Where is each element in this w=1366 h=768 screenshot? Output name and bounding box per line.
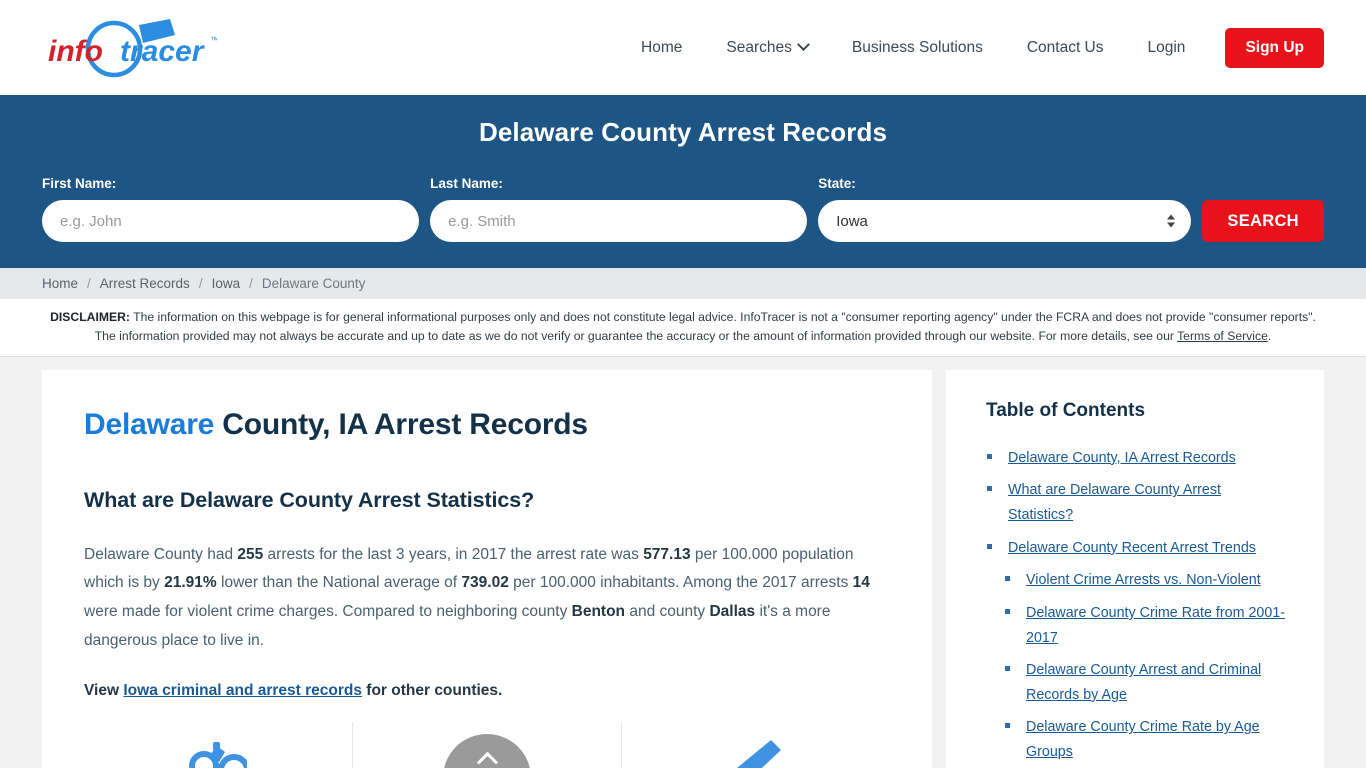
nav-item-home[interactable]: Home — [619, 39, 704, 57]
breadcrumb-item-home[interactable]: Home — [42, 276, 78, 291]
page-heading: Delaware County Arrest Records — [478, 117, 888, 147]
toc-link-crime-rate-by-age-groups[interactable]: Delaware County Crime Rate by Age Groups — [1026, 719, 1260, 760]
toc-link-arrest-records[interactable]: Delaware County, IA Arrest Records — [1008, 450, 1236, 466]
site-logo[interactable]: info tracer ™ — [42, 18, 242, 78]
stat-text-4: lower than the National average of — [216, 574, 462, 592]
nav-item-label: Home — [641, 38, 683, 56]
toc-link-arrest-statistics[interactable]: What are Delaware County Arrest Statisti… — [1008, 482, 1221, 523]
stat-text-6: were made for violent crime charges. Com… — [84, 603, 572, 621]
toc-item-sub: Violent Crime Arrests vs. Non-Violent — [986, 568, 1290, 593]
section-heading-arrest-statistics: What are Delaware County Arrest Statisti… — [84, 487, 535, 512]
chevron-down-icon — [796, 38, 810, 52]
disclaimer-suffix: . — [1267, 328, 1272, 343]
stat-value-violent-arrests: 14 — [852, 574, 870, 592]
toc-item-sub: Delaware County Crime Rate by Age Groups — [986, 715, 1290, 764]
state-select[interactable]: Iowa — [818, 200, 1192, 242]
breadcrumb-separator: / — [87, 276, 91, 291]
toc-heading: Table of Contents — [986, 399, 1146, 421]
first-name-label: First Name: — [42, 176, 117, 191]
handcuffs-icon — [189, 741, 247, 768]
breadcrumb-item-delaware-county: Delaware County — [261, 276, 366, 291]
nav-item-contact-us[interactable]: Contact Us — [1005, 39, 1126, 57]
last-name-label: Last Name: — [430, 176, 503, 191]
state-field-group: State: Iowa — [818, 176, 1192, 242]
disclaimer-text: The information on this webpage is for g… — [94, 310, 1316, 343]
search-form: First Name: Last Name: State: Iowa SEARC… — [42, 176, 1324, 242]
article-title-highlight: Delaware — [84, 407, 215, 441]
first-name-input[interactable] — [42, 200, 420, 242]
nav-item-business-solutions[interactable]: Business Solutions — [830, 39, 1005, 57]
breadcrumb-item-arrest-records[interactable]: Arrest Records — [100, 276, 190, 291]
nav-item-login[interactable]: Login — [1126, 39, 1208, 57]
disclaimer-banner: DISCLAIMER: The information on this webp… — [0, 299, 1366, 357]
stat-value-percent: 21.91% — [164, 574, 217, 592]
main-content-card: Delaware County, IA Arrest Records What … — [42, 369, 932, 768]
stat-text-2: arrests for the last 3 years, in 2017 th… — [263, 545, 644, 563]
view-prefix: View — [84, 681, 124, 699]
sign-up-button[interactable]: Sign Up — [1225, 27, 1324, 68]
toc-item: What are Delaware County Arrest Statisti… — [986, 478, 1290, 527]
infotracer-logo-icon: info tracer ™ — [48, 18, 217, 77]
nav-item-searches[interactable]: Searches — [704, 38, 829, 57]
breadcrumb-item-iowa[interactable]: Iowa — [212, 276, 241, 291]
pen-icon — [736, 739, 781, 768]
stat-cell-handcuffs — [84, 721, 353, 768]
first-name-field-group: First Name: — [42, 176, 420, 242]
breadcrumb-separator: / — [198, 276, 203, 291]
hero-search-banner: Delaware County Arrest Records First Nam… — [0, 95, 1366, 268]
stat-neighbor-county-b: Dallas — [709, 603, 756, 621]
breadcrumb: Home / Arrest Records / Iowa / Delaware … — [0, 268, 1366, 299]
toc-item-sub: Delaware County Arrest and Criminal Reco… — [986, 658, 1290, 707]
stat-value-arrest-rate: 577.13 — [643, 545, 691, 563]
toc-link-recent-arrest-trends[interactable]: Delaware County Recent Arrest Trends — [1008, 540, 1256, 556]
toc-link-violent-vs-nonviolent[interactable]: Violent Crime Arrests vs. Non-Violent — [1026, 572, 1261, 588]
toc-link-crime-rate-2001-2017[interactable]: Delaware County Crime Rate from 2001-201… — [1026, 605, 1285, 646]
search-button[interactable]: SEARCH — [1202, 200, 1324, 242]
view-suffix: for other counties. — [361, 681, 503, 699]
last-name-field-group: Last Name: — [430, 176, 808, 242]
table-of-contents-card: Table of Contents Delaware County, IA Ar… — [946, 369, 1324, 768]
state-label: State: — [818, 176, 856, 191]
nav-item-label: Contact Us — [1026, 38, 1104, 56]
toc-link-records-by-age[interactable]: Delaware County Arrest and Criminal Reco… — [1026, 662, 1261, 703]
toc-item-sub: Delaware County Crime Rate from 2001-201… — [986, 601, 1290, 650]
page-body: Delaware County, IA Arrest Records What … — [0, 357, 1366, 768]
stat-text-5: per 100.000 inhabitants. Among the 2017 … — [508, 574, 853, 592]
nav-item-label: Business Solutions — [851, 38, 983, 56]
stat-value-national-average: 739.02 — [461, 574, 509, 592]
breadcrumb-separator: / — [249, 276, 253, 291]
stat-neighbor-county-a: Benton — [571, 603, 626, 621]
svg-text:tracer: tracer — [120, 35, 206, 68]
top-navigation-bar: info tracer ™ Home Searches Business Sol… — [0, 0, 1366, 95]
last-name-input[interactable] — [430, 200, 808, 242]
toc-list: Delaware County, IA Arrest Records What … — [986, 446, 1290, 768]
terms-of-service-link[interactable]: Terms of Service — [1177, 329, 1268, 343]
article-title: Delaware County, IA Arrest Records — [84, 408, 890, 442]
main-nav-links: Home Searches Business Solutions Contact… — [619, 27, 1324, 68]
svg-text:™: ™ — [210, 35, 217, 45]
svg-text:info: info — [48, 35, 103, 68]
chevron-up-icon — [476, 751, 498, 768]
nav-item-label: Login — [1147, 38, 1186, 56]
view-other-counties-line: View Iowa criminal and arrest records fo… — [84, 682, 890, 700]
article-title-rest: County, IA Arrest Records — [214, 407, 588, 441]
stat-value-arrests: 255 — [237, 545, 264, 563]
toc-item: Delaware County Recent Arrest Trends — [986, 536, 1290, 561]
nav-item-label: Searches — [726, 38, 792, 56]
stat-text-1: Delaware County had — [84, 545, 238, 563]
iowa-criminal-records-link[interactable]: Iowa criminal and arrest records — [123, 682, 362, 699]
stat-text-7: and county — [625, 603, 710, 621]
disclaimer-prefix: DISCLAIMER: — [50, 310, 130, 324]
toc-item: Delaware County, IA Arrest Records — [986, 446, 1290, 471]
arrest-statistics-paragraph: Delaware County had 255 arrests for the … — [84, 541, 890, 656]
stat-cell-pen — [622, 722, 890, 768]
